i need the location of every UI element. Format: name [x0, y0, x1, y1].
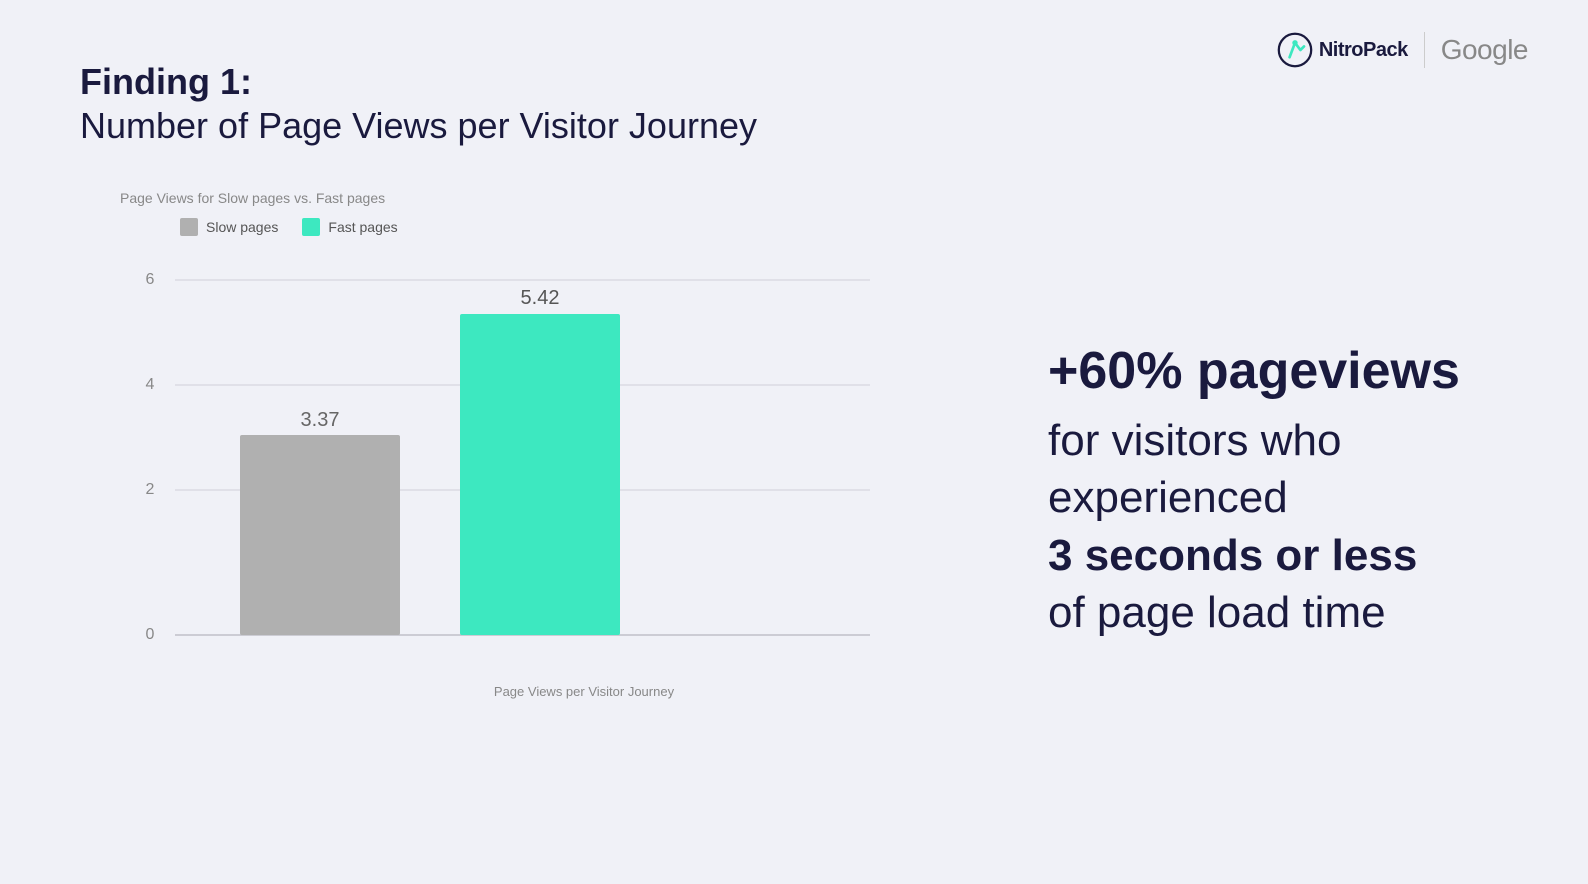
- legend-fast-label: Fast pages: [328, 219, 397, 235]
- legend-fast: Fast pages: [302, 218, 397, 236]
- left-panel: Finding 1: Number of Page Views per Visi…: [80, 60, 988, 844]
- nitropack-label: NitroPack: [1319, 39, 1408, 62]
- right-panel: +60% pageviews for visitors who experien…: [988, 60, 1508, 844]
- stat-line3: 3 seconds or less: [1048, 531, 1417, 580]
- chart-title: Page Views for Slow pages vs. Fast pages: [120, 190, 988, 206]
- legend-slow: Slow pages: [180, 218, 278, 236]
- svg-text:3.37: 3.37: [301, 409, 340, 431]
- stat-line1: for visitors who: [1048, 416, 1341, 465]
- google-label: Google: [1441, 34, 1528, 66]
- stat-desc: for visitors who experienced 3 seconds o…: [1048, 412, 1508, 641]
- stat-headline: +60% pageviews: [1048, 343, 1508, 400]
- bar-fast: [460, 314, 620, 635]
- finding-label: Finding 1:: [80, 60, 988, 103]
- finding-subtitle: Number of Page Views per Visitor Journey: [80, 103, 988, 150]
- chart-svg: 6 4 2 0 3.37 5.42: [120, 256, 920, 676]
- legend-fast-color: [302, 218, 320, 236]
- nitropack-icon: [1277, 32, 1313, 68]
- stat-line2: experienced: [1048, 473, 1288, 522]
- legend-slow-color: [180, 218, 198, 236]
- stat-line4: of page load time: [1048, 588, 1386, 637]
- chart-legend: Slow pages Fast pages: [120, 218, 988, 236]
- svg-text:2: 2: [146, 481, 155, 498]
- header-logos: NitroPack Google: [1277, 32, 1528, 68]
- chart-container: Page Views for Slow pages vs. Fast pages…: [80, 190, 988, 844]
- chart-area: 6 4 2 0 3.37 5.42: [120, 256, 920, 676]
- svg-text:4: 4: [146, 376, 155, 393]
- svg-text:5.42: 5.42: [521, 287, 560, 309]
- nitropack-logo: NitroPack: [1277, 32, 1408, 68]
- svg-text:6: 6: [146, 271, 155, 288]
- svg-text:0: 0: [146, 626, 155, 643]
- bar-slow: [240, 435, 400, 635]
- legend-slow-label: Slow pages: [206, 219, 278, 235]
- chart-x-label: Page Views per Visitor Journey: [120, 684, 988, 699]
- main-content: Finding 1: Number of Page Views per Visi…: [0, 0, 1588, 884]
- logo-divider: [1424, 32, 1425, 68]
